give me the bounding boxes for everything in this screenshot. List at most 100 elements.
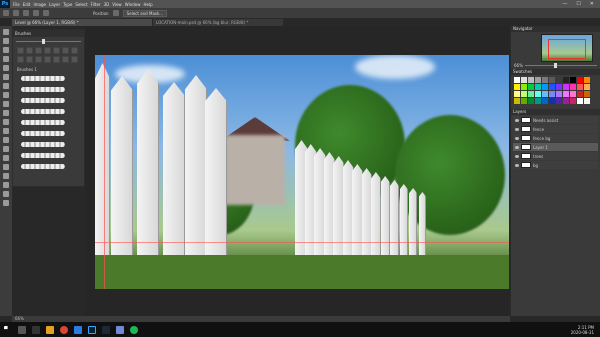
- color-swatch[interactable]: [514, 98, 520, 104]
- layer-row[interactable]: fence: [513, 125, 598, 133]
- slider-knob[interactable]: [42, 38, 45, 44]
- color-swatch[interactable]: [577, 91, 583, 97]
- brush-preset[interactable]: [71, 56, 78, 63]
- document-tab-active[interactable]: Level @ 66% (Layer 1, RGB/8) *: [12, 19, 152, 26]
- color-swatch[interactable]: [556, 84, 562, 90]
- brush-stroke-preview[interactable]: [21, 87, 65, 92]
- document-canvas[interactable]: [95, 55, 509, 289]
- navigator-thumbnail[interactable]: [541, 34, 593, 62]
- brush-preset[interactable]: [53, 56, 60, 63]
- navigator-view-box[interactable]: [548, 39, 586, 59]
- visibility-eye-icon[interactable]: [515, 127, 519, 131]
- dodge-tool-icon[interactable]: [3, 146, 9, 152]
- brush-preset[interactable]: [35, 47, 42, 54]
- color-swatch[interactable]: [563, 84, 569, 90]
- blur-tool-icon[interactable]: [3, 137, 9, 143]
- brush-stroke-preview[interactable]: [21, 142, 65, 147]
- menu-item-file[interactable]: File: [13, 2, 20, 7]
- minimize-button[interactable]: —: [562, 1, 567, 7]
- pen-tool-icon[interactable]: [3, 155, 9, 161]
- color-swatch[interactable]: [584, 98, 590, 104]
- color-swatch[interactable]: [570, 77, 576, 83]
- color-swatch[interactable]: [556, 98, 562, 104]
- color-swatch[interactable]: [549, 98, 555, 104]
- lasso-tool-icon[interactable]: [3, 47, 9, 53]
- color-swatch[interactable]: [514, 91, 520, 97]
- brush-preset[interactable]: [53, 47, 60, 54]
- color-swatch[interactable]: [563, 91, 569, 97]
- visibility-eye-icon[interactable]: [515, 154, 519, 158]
- intersect-selection-icon[interactable]: [43, 10, 49, 16]
- new-selection-icon[interactable]: [13, 10, 19, 16]
- brush-folder[interactable]: Brushes 1: [13, 65, 84, 74]
- brush-preset[interactable]: [26, 47, 33, 54]
- eraser-tool-icon[interactable]: [3, 119, 9, 125]
- brush-stroke-preview[interactable]: [21, 98, 65, 103]
- gradient-tool-icon[interactable]: [3, 128, 9, 134]
- marquee-tool-icon[interactable]: [3, 38, 9, 44]
- maximize-button[interactable]: ☐: [576, 1, 580, 7]
- color-swatch[interactable]: [514, 77, 520, 83]
- start-icon[interactable]: [4, 325, 8, 330]
- color-swatch[interactable]: [535, 77, 541, 83]
- color-swatch[interactable]: [535, 91, 541, 97]
- menu-item-edit[interactable]: Edit: [23, 2, 31, 7]
- menu-item-window[interactable]: Window: [125, 2, 141, 7]
- menu-item-filter[interactable]: Filter: [91, 2, 101, 7]
- file-explorer-icon[interactable]: [46, 325, 54, 334]
- eyedropper-tool-icon[interactable]: [3, 74, 9, 80]
- color-swatch[interactable]: [584, 77, 590, 83]
- quick-select-tool-icon[interactable]: [3, 56, 9, 62]
- brush-stroke-preview[interactable]: [21, 131, 65, 136]
- search-icon[interactable]: [18, 325, 26, 334]
- discord-icon[interactable]: [116, 325, 124, 334]
- layer-row[interactable]: Layer 1: [513, 143, 598, 151]
- color-swatch[interactable]: [549, 84, 555, 90]
- menu-item-image[interactable]: Image: [33, 2, 46, 7]
- hand-tool-icon[interactable]: [3, 191, 9, 197]
- spotify-icon[interactable]: [130, 325, 138, 334]
- color-swatch[interactable]: [514, 84, 520, 90]
- move-tool-icon[interactable]: [3, 29, 9, 35]
- photoshop-taskbar-icon[interactable]: [88, 325, 96, 334]
- color-swatch[interactable]: [570, 91, 576, 97]
- task-view-icon[interactable]: [32, 325, 40, 334]
- brush-preset[interactable]: [44, 47, 51, 54]
- menu-item-view[interactable]: View: [112, 2, 122, 7]
- brush-preset[interactable]: [71, 47, 78, 54]
- color-swatch[interactable]: [521, 84, 527, 90]
- layer-row[interactable]: Needs assist: [513, 116, 598, 124]
- color-swatch[interactable]: [563, 98, 569, 104]
- color-swatch[interactable]: [528, 77, 534, 83]
- color-swatch[interactable]: [584, 84, 590, 90]
- visibility-eye-icon[interactable]: [515, 145, 519, 149]
- color-swatch[interactable]: [556, 77, 562, 83]
- visibility-eye-icon[interactable]: [515, 118, 519, 122]
- color-swatch[interactable]: [542, 84, 548, 90]
- healing-tool-icon[interactable]: [3, 83, 9, 89]
- brush-preset[interactable]: [17, 56, 24, 63]
- color-swatch[interactable]: [549, 77, 555, 83]
- menu-item-3d[interactable]: 3D: [104, 2, 110, 7]
- color-swatch[interactable]: [528, 84, 534, 90]
- brush-preset[interactable]: [17, 47, 24, 54]
- color-swatch[interactable]: [570, 98, 576, 104]
- subtract-selection-icon[interactable]: [33, 10, 39, 16]
- color-swatch[interactable]: [528, 98, 534, 104]
- steam-icon[interactable]: [102, 325, 110, 334]
- brush-preset[interactable]: [62, 47, 69, 54]
- guide-line[interactable]: [95, 242, 509, 243]
- color-swatch[interactable]: [563, 77, 569, 83]
- brush-size-slider[interactable]: [13, 37, 84, 45]
- color-swatch[interactable]: [542, 91, 548, 97]
- zoom-tool-icon[interactable]: [3, 200, 9, 206]
- zoom-knob[interactable]: [553, 63, 557, 68]
- visibility-eye-icon[interactable]: [515, 163, 519, 167]
- visibility-eye-icon[interactable]: [515, 136, 519, 140]
- crop-tool-icon[interactable]: [3, 65, 9, 71]
- brush-preset[interactable]: [35, 56, 42, 63]
- brush-tool-icon[interactable]: [3, 92, 9, 98]
- history-brush-tool-icon[interactable]: [3, 110, 9, 116]
- brush-stroke-preview[interactable]: [21, 76, 65, 81]
- select-and-mask-button[interactable]: Select and Mask...: [122, 9, 168, 17]
